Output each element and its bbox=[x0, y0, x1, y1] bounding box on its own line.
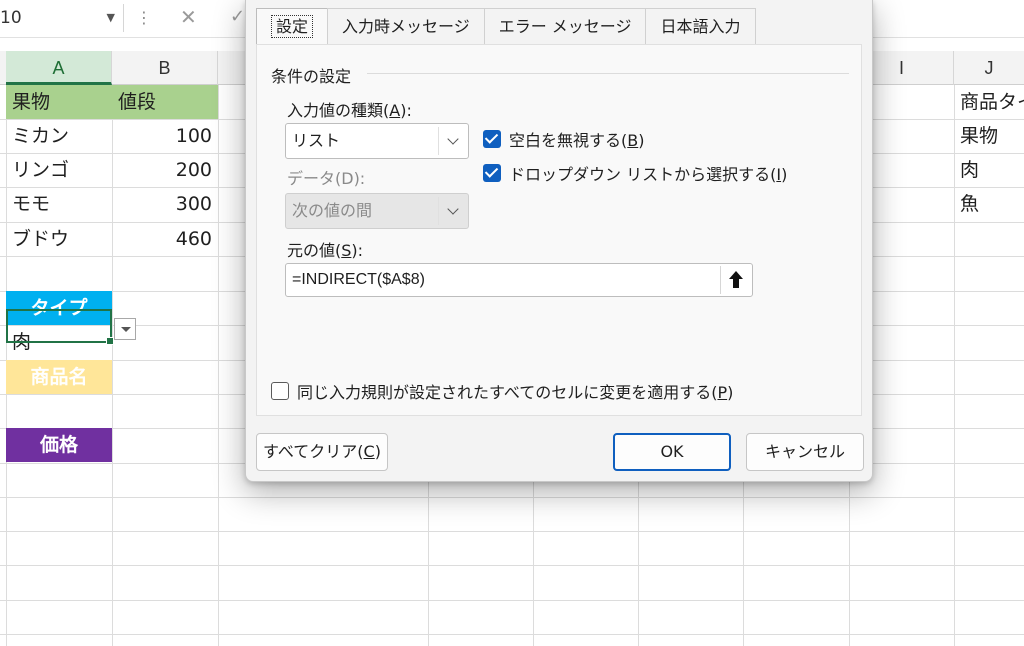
settings-panel: 条件の設定 入力値の種類(A): リスト データ(D): 次の値の間 空白を無視… bbox=[256, 44, 862, 416]
source-label: 元の値(S): bbox=[287, 241, 364, 260]
allow-select[interactable]: リスト bbox=[285, 123, 469, 159]
cell-b5[interactable]: 460 bbox=[112, 222, 218, 256]
name-box-value: 10 bbox=[0, 8, 22, 28]
data-label: データ(D): bbox=[287, 169, 366, 188]
column-header-a[interactable]: A bbox=[6, 51, 112, 85]
tab-ime[interactable]: 日本語入力 bbox=[645, 8, 756, 44]
section-title: 条件の設定 bbox=[271, 67, 352, 86]
cell-dropdown-button[interactable] bbox=[114, 318, 136, 340]
name-box[interactable]: 10 ▼ bbox=[0, 4, 124, 32]
column-header-b[interactable]: B bbox=[112, 51, 218, 85]
section-divider bbox=[367, 73, 849, 74]
checkbox-unchecked-icon[interactable] bbox=[271, 382, 289, 400]
tab-input-message[interactable]: 入力時メッセージ bbox=[327, 8, 485, 44]
cell-j4[interactable]: 魚 bbox=[954, 187, 1024, 221]
ignore-blank-checkbox[interactable]: 空白を無視する(B) bbox=[483, 127, 644, 151]
chevron-down-icon[interactable]: ▼ bbox=[107, 4, 115, 32]
cell-a2[interactable]: ミカン bbox=[6, 119, 112, 153]
tab-settings[interactable]: 設定 bbox=[256, 8, 329, 44]
cancel-edit-icon[interactable]: ✕ bbox=[180, 4, 197, 30]
apply-all-checkbox[interactable]: 同じ入力規則が設定されたすべてのセルに変更を適用する(P) bbox=[271, 379, 733, 403]
cancel-button[interactable]: キャンセル bbox=[746, 433, 864, 471]
chevron-down-icon bbox=[438, 197, 468, 225]
cell-j2[interactable]: 果物 bbox=[954, 119, 1024, 153]
allow-label: 入力値の種類(A): bbox=[287, 101, 412, 120]
checkbox-checked-icon[interactable] bbox=[483, 130, 501, 148]
cell-a9-product-label[interactable]: 商品名 bbox=[6, 360, 112, 394]
cell-a3[interactable]: リンゴ bbox=[6, 153, 112, 187]
checkbox-checked-icon[interactable] bbox=[483, 164, 501, 182]
cell-a4[interactable]: モモ bbox=[6, 187, 112, 221]
cell-j1[interactable]: 商品タイプ bbox=[954, 85, 1024, 119]
cell-a11-price-label[interactable]: 価格 bbox=[6, 428, 112, 462]
tab-settings-label: 設定 bbox=[271, 15, 314, 38]
cell-a5[interactable]: ブドウ bbox=[6, 222, 112, 256]
cell-b2[interactable]: 100 bbox=[112, 119, 218, 153]
active-cell-a10[interactable] bbox=[6, 309, 114, 345]
cell-a1[interactable]: 果物 bbox=[6, 85, 112, 119]
up-arrow-svg bbox=[729, 271, 743, 288]
up-arrow-icon[interactable] bbox=[720, 266, 750, 294]
cell-j3[interactable]: 肉 bbox=[954, 153, 1024, 187]
cell-b3[interactable]: 200 bbox=[112, 153, 218, 187]
data-select-value: 次の値の間 bbox=[292, 201, 373, 220]
data-select: 次の値の間 bbox=[285, 193, 469, 229]
source-input-value[interactable]: =INDIRECT($A$8) bbox=[292, 264, 425, 296]
ignore-blank-label: 空白を無視する(B) bbox=[509, 131, 645, 150]
in-cell-dropdown-checkbox[interactable]: ドロップダウン リストから選択する(I) bbox=[483, 161, 787, 185]
dialog-tabs: 設定 入力時メッセージ エラー メッセージ 日本語入力 bbox=[256, 8, 756, 44]
in-cell-dropdown-label: ドロップダウン リストから選択する(I) bbox=[509, 165, 788, 184]
cell-b1[interactable]: 値段 bbox=[112, 85, 218, 119]
ok-button[interactable]: OK bbox=[613, 433, 731, 471]
source-input[interactable]: =INDIRECT($A$8) bbox=[285, 263, 753, 297]
data-validation-dialog: 設定 入力時メッセージ エラー メッセージ 日本語入力 条件の設定 入力値の種類… bbox=[245, 0, 873, 482]
more-vertical-icon[interactable]: ⋮ bbox=[136, 6, 152, 30]
tab-error-alert[interactable]: エラー メッセージ bbox=[483, 8, 647, 44]
allow-select-value: リスト bbox=[292, 131, 341, 150]
chevron-down-icon[interactable] bbox=[438, 127, 468, 155]
column-header-j[interactable]: J bbox=[954, 51, 1024, 85]
confirm-edit-icon[interactable]: ✓ bbox=[230, 4, 245, 30]
cell-b4[interactable]: 300 bbox=[112, 187, 218, 221]
apply-all-label: 同じ入力規則が設定されたすべてのセルに変更を適用する(P) bbox=[297, 383, 734, 402]
clear-all-button[interactable]: すべてクリア(C) bbox=[256, 433, 388, 471]
